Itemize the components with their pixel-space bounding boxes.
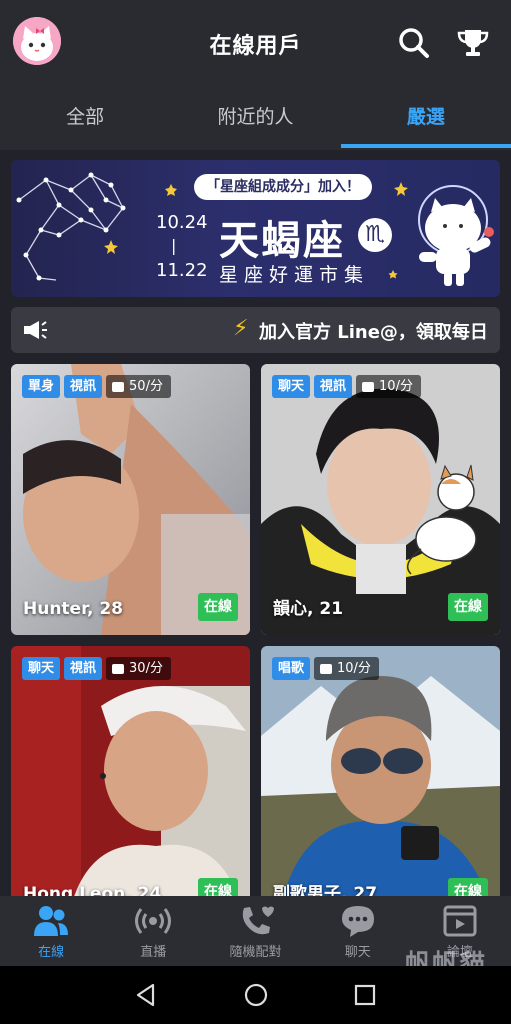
tag-badge: 視訊: [64, 657, 103, 680]
nav-chat[interactable]: 聊天: [307, 896, 409, 966]
back-icon[interactable]: [133, 982, 159, 1008]
page-title: 在線用戶: [209, 34, 302, 59]
tag-badge: 視訊: [314, 375, 353, 398]
price-badge: 30/分: [106, 657, 171, 680]
price-text: 50/分: [129, 379, 163, 394]
user-card[interactable]: 聊天 視訊 30/分 Hong Leon, 24 在線: [11, 646, 250, 906]
announcement-bar[interactable]: ⚡ 加入官方 Line@，領取每日: [11, 307, 500, 353]
search-icon: [399, 28, 429, 58]
tag-badge: 視訊: [64, 375, 103, 398]
user-card[interactable]: 唱歌 10/分 副歌男子, 27 在線: [261, 646, 500, 906]
banner-tag: 「星座組成成分」加入！: [194, 174, 372, 200]
app-screen: 在線用戶 全部 附近的人 嚴選 「星座組成成分」加入！ 10.24 | 11.2…: [0, 0, 511, 966]
nav-online[interactable]: 在線: [0, 896, 102, 966]
banner-subtitle: 星座好運市集: [219, 264, 370, 286]
user-name: Hunter, 28: [23, 599, 124, 619]
users-icon: [34, 906, 69, 936]
recent-apps-icon[interactable]: [352, 982, 378, 1008]
nav-label: 隨機配對: [229, 945, 282, 960]
chat-bubble-icon: [341, 906, 374, 937]
search-button[interactable]: [396, 25, 432, 61]
coin-icon: [320, 663, 333, 674]
megaphone-icon: [24, 321, 47, 339]
nav-label: 直播: [140, 945, 167, 960]
forum-icon: [443, 905, 477, 937]
top-bar: 在線用戶: [0, 0, 511, 90]
announcement-text: 加入官方 Line@，領取每日: [259, 322, 488, 343]
price-text: 10/分: [379, 379, 413, 394]
tag-badge: 唱歌: [272, 657, 311, 680]
online-status-badge: 在線: [198, 593, 238, 621]
trophy-icon: [457, 30, 489, 56]
price-text: 10/分: [337, 661, 371, 676]
banner-date-start: 10.24: [156, 212, 208, 233]
card-badges: 唱歌 10/分: [272, 657, 379, 680]
card-badges: 聊天 視訊 10/分: [272, 375, 421, 398]
tag-badge: 聊天: [22, 657, 61, 680]
coin-icon: [112, 663, 125, 674]
card-badges: 單身 視訊 50/分: [22, 375, 171, 398]
user-card[interactable]: 單身 視訊 50/分 Hunter, 28 在線: [11, 364, 250, 635]
promo-banner[interactable]: 「星座組成成分」加入！ 10.24 | 11.22 天蝎座 ♏ 星座好運市集: [11, 160, 500, 297]
coin-icon: [362, 381, 375, 392]
home-icon[interactable]: [243, 982, 269, 1008]
user-name: 韻心, 21: [273, 599, 344, 619]
banner-date-separator: |: [171, 236, 177, 255]
user-card[interactable]: 聊天 視訊 10/分 韻心, 21 在線: [261, 364, 500, 635]
filter-tabs: 全部 附近的人 嚴選: [0, 90, 511, 150]
price-badge: 10/分: [356, 375, 421, 398]
card-badges: 聊天 視訊 30/分: [22, 657, 171, 680]
nav-live[interactable]: 直播: [102, 896, 204, 966]
banner-date-end: 11.22: [156, 260, 208, 281]
nav-random-match[interactable]: 隨機配對: [204, 896, 306, 966]
tab-all[interactable]: 全部: [0, 90, 170, 150]
tag-badge: 聊天: [272, 375, 311, 398]
tab-nearby[interactable]: 附近的人: [170, 90, 340, 150]
user-photo: [261, 646, 500, 906]
banner-title: 天蝎座: [219, 217, 345, 264]
scorpio-sign-icon: ♏: [358, 218, 392, 252]
watermark: 帆帆貓: [405, 950, 487, 966]
user-photo: [11, 646, 250, 906]
leaderboard-button[interactable]: [455, 25, 491, 61]
price-badge: 10/分: [314, 657, 379, 680]
tab-featured[interactable]: 嚴選: [340, 90, 511, 150]
nav-label: 在線: [38, 945, 65, 960]
phone-heart-icon: [242, 906, 274, 935]
system-navigation-bar: [0, 966, 511, 1024]
nav-label: 聊天: [344, 945, 371, 960]
tag-badge: 單身: [22, 375, 61, 398]
broadcast-icon: [135, 908, 172, 934]
price-badge: 50/分: [106, 375, 171, 398]
coin-icon: [112, 381, 125, 392]
online-status-badge: 在線: [448, 593, 488, 621]
lightning-icon: ⚡: [233, 316, 249, 341]
price-text: 30/分: [129, 661, 163, 676]
